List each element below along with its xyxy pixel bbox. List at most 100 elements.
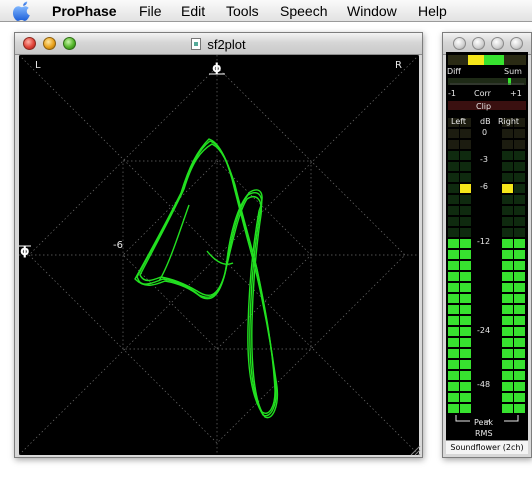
meter-segment (514, 360, 525, 369)
zoom-button[interactable] (491, 37, 504, 50)
meter-segment (460, 217, 471, 226)
meter-segment (460, 206, 471, 215)
minimize-button[interactable] (472, 37, 485, 50)
meter-segment (448, 382, 459, 391)
stereo-trace (134, 138, 279, 419)
meter-segment (460, 272, 471, 281)
menu-file[interactable]: File (139, 3, 162, 19)
db-tick-minus-12: -12 (477, 237, 491, 246)
toolbar-button[interactable] (510, 37, 523, 50)
meter-segment (460, 239, 471, 248)
meter-bars (448, 55, 526, 422)
meter-segment (448, 404, 459, 413)
meter-segment (502, 371, 513, 380)
right-label: Right (498, 117, 520, 126)
meter-segment (502, 173, 513, 182)
label-minus-6: -6 (113, 240, 123, 251)
meter-segment (514, 261, 525, 270)
plot-window-titlebar[interactable]: sf2plot (15, 33, 422, 55)
meter-segment (514, 184, 525, 193)
diff-label: Diff (447, 67, 461, 76)
meter-segment (502, 283, 513, 292)
meter-segment (460, 305, 471, 314)
meter-segment (448, 206, 459, 215)
db-tick-minus-24: -24 (477, 326, 491, 335)
rms-label: RMS (475, 429, 493, 438)
apple-menu-icon[interactable] (13, 1, 33, 21)
meter-segment (514, 294, 525, 303)
meter-segment (460, 283, 471, 292)
meter-segment (460, 151, 471, 160)
meter-segment (514, 327, 525, 336)
meter-segment (448, 239, 459, 248)
meter-segment (460, 195, 471, 204)
resize-grip[interactable] (409, 444, 421, 456)
meter-segment (514, 195, 525, 204)
meter-segment (502, 129, 513, 138)
meter-segment (502, 327, 513, 336)
meter-segment (514, 283, 525, 292)
balance-bar-diff (468, 55, 484, 65)
phase-scope-plot: L R ϕ ϕ -6 (19, 55, 419, 455)
meter-segment (460, 371, 471, 380)
meter-segment (514, 173, 525, 182)
audio-device-label[interactable]: Soundflower (2ch) (446, 440, 528, 454)
meter-segment (448, 151, 459, 160)
db-tick-minus-3: -3 (480, 155, 488, 164)
menu-edit[interactable]: Edit (181, 3, 205, 19)
meter-segment (448, 360, 459, 369)
meter-segment (502, 393, 513, 402)
meter-segment (514, 140, 525, 149)
meter-segment (502, 360, 513, 369)
meter-segment (460, 162, 471, 171)
meter-segment (448, 162, 459, 171)
meter-segment (514, 217, 525, 226)
meter-segment (460, 261, 471, 270)
meter-segment (448, 272, 459, 281)
corr-max-label: +1 (510, 89, 522, 98)
meter-segment (448, 393, 459, 402)
menu-tools[interactable]: Tools (226, 3, 259, 19)
meter-segment (448, 217, 459, 226)
corr-min-label: -1 (448, 89, 456, 98)
meter-segment (502, 272, 513, 281)
meter-segment (448, 316, 459, 325)
menu-app-name[interactable]: ProPhase (52, 3, 117, 19)
meter-segment (460, 316, 471, 325)
meter-segment (448, 129, 459, 138)
balance-bar-sum (484, 55, 504, 65)
meter-segment (514, 305, 525, 314)
meter-segment (460, 349, 471, 358)
meter-segment (448, 184, 459, 193)
meter-segment (502, 261, 513, 270)
meter-segment (502, 316, 513, 325)
label-top-phi: ϕ (212, 61, 222, 75)
meter-segment (514, 162, 525, 171)
meter-segment (460, 228, 471, 237)
meter-segment (460, 184, 471, 193)
meter-segment (502, 338, 513, 347)
meter-segment (448, 327, 459, 336)
meter-segment (514, 228, 525, 237)
meter-segment (514, 338, 525, 347)
meter-segment (460, 140, 471, 149)
meter-segment (448, 250, 459, 259)
label-left-phi: ϕ (20, 244, 30, 258)
meter-segment (448, 283, 459, 292)
meter-segment (502, 294, 513, 303)
meter-segment (502, 349, 513, 358)
meter-segment (460, 360, 471, 369)
meter-segment (448, 305, 459, 314)
menu-speech[interactable]: Speech (280, 3, 327, 19)
menu-help[interactable]: Help (418, 3, 447, 19)
meter-segment (514, 349, 525, 358)
meter-segment (502, 151, 513, 160)
meter-segment (460, 393, 471, 402)
meter-segment (448, 173, 459, 182)
meter-segment (502, 250, 513, 259)
close-button[interactable] (453, 37, 466, 50)
meter-segment (502, 305, 513, 314)
meter-segment (514, 250, 525, 259)
meter-segment (502, 162, 513, 171)
menu-window[interactable]: Window (347, 3, 397, 19)
